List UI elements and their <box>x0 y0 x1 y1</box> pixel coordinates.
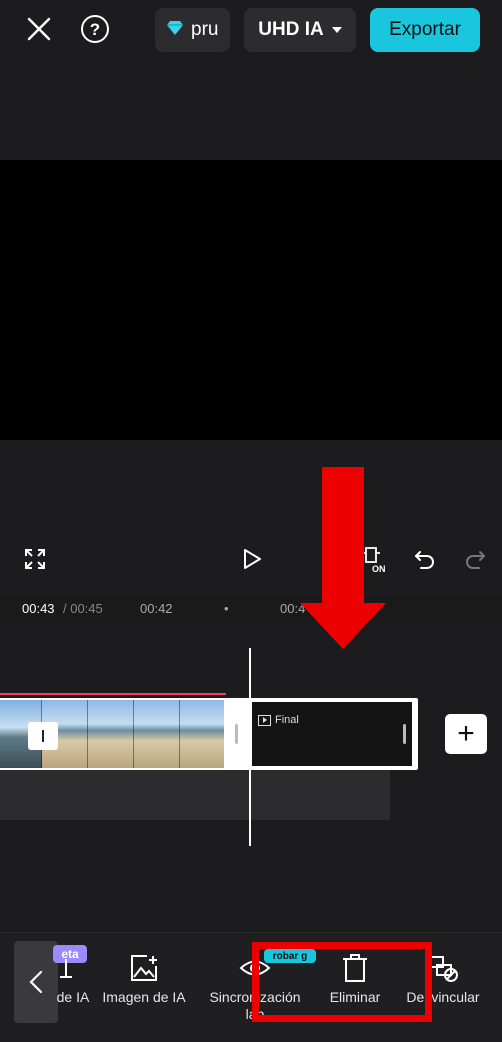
annotation-arrow <box>300 467 386 649</box>
resolution-label: UHD IA <box>258 19 324 40</box>
video-editor-screen: ? pru UHD IA Exportar ON 00:43 / 00:45 0… <box>0 0 502 1042</box>
play-icon[interactable] <box>237 544 267 574</box>
video-play-icon <box>258 714 271 726</box>
resolution-dropdown[interactable]: UHD IA <box>244 8 356 52</box>
clip-progress-line <box>0 693 226 695</box>
tool-ai-image[interactable]: Imagen de IA <box>96 953 192 1006</box>
redo-icon[interactable] <box>460 544 490 574</box>
help-icon[interactable]: ? <box>78 12 112 46</box>
top-bar: ? pru UHD IA Exportar <box>0 0 502 60</box>
video-preview[interactable] <box>0 160 502 440</box>
ruler-mark: 00:42 <box>140 601 173 616</box>
annotation-highlight-box <box>252 942 432 1022</box>
left-grip-handle[interactable] <box>235 724 238 744</box>
tool-ai[interactable]: de IA <box>44 953 94 1006</box>
total-time: / 00:45 <box>63 601 103 616</box>
diamond-icon <box>167 20 183 40</box>
playhead[interactable] <box>249 648 251 846</box>
tool-label: Imagen de IA <box>102 989 186 1005</box>
end-clip-thumbnail: Final <box>252 702 412 766</box>
svg-text:?: ? <box>90 20 100 39</box>
undo-icon[interactable] <box>410 544 440 574</box>
video-clip[interactable] <box>0 698 226 770</box>
pro-label: pru <box>191 19 219 40</box>
right-grip-handle[interactable] <box>403 724 406 744</box>
pro-subscription-button[interactable]: pru <box>155 8 230 52</box>
ruler-dot: • <box>224 601 229 616</box>
chevron-down-icon <box>331 27 342 33</box>
ai-image-icon <box>131 955 157 981</box>
audio-track[interactable] <box>0 770 390 820</box>
close-icon[interactable] <box>22 12 56 46</box>
end-clip-label: Final <box>275 714 299 726</box>
tool-label: de IA <box>56 989 90 1005</box>
add-clip-button[interactable]: + <box>445 714 487 754</box>
ai-icon <box>60 959 72 978</box>
fullscreen-icon[interactable] <box>20 544 50 574</box>
time-ruler[interactable]: 00:43 / 00:45 00:42 • 00:4 <box>0 596 502 622</box>
export-button[interactable]: Exportar <box>370 8 480 52</box>
end-clip-label-row: Final <box>258 714 299 726</box>
current-time: 00:43 <box>22 601 55 616</box>
end-clip[interactable]: Final <box>224 698 418 770</box>
clip-trim-handle[interactable] <box>28 722 58 750</box>
